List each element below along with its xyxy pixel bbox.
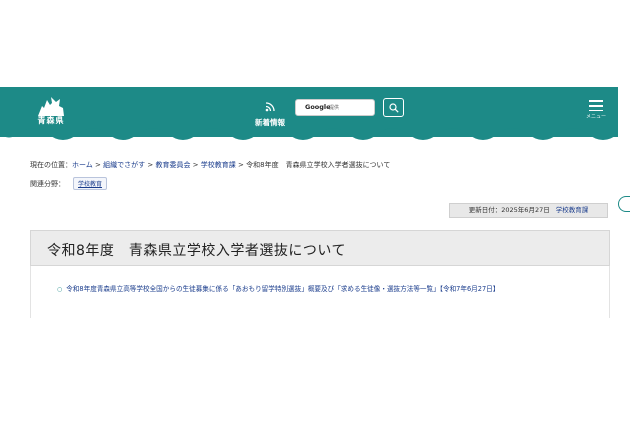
related-label: 関連分野： — [30, 180, 65, 188]
menu-label: メニュー — [585, 114, 606, 121]
breadcrumb-level1[interactable]: 組織でさがす — [103, 161, 145, 169]
search-brand: Google — [305, 103, 331, 111]
news-label: 新着情報 — [255, 118, 285, 127]
update-info: 更新日付：2025年6月27日 学校教育課 — [449, 203, 608, 218]
breadcrumb: 現在の位置：ホーム > 組織でさがす > 教育委員会 > 学校教育課 > 令和8… — [30, 160, 390, 170]
site-logo[interactable]: 青森県 — [34, 96, 68, 132]
content-link[interactable]: 令和8年度青森県立高等学校全国からの生徒募集に係る「あおもり留学特別選抜」概要及… — [66, 285, 499, 293]
hamburger-menu-icon — [585, 100, 607, 112]
rss-icon — [265, 102, 275, 112]
breadcrumb-prefix: 現在の位置： — [30, 161, 72, 169]
breadcrumb-current: 令和8年度 青森県立学校入学者選抜について — [246, 161, 391, 169]
breadcrumb-separator: > — [235, 161, 247, 169]
breadcrumb-home[interactable]: ホーム — [72, 161, 93, 169]
breadcrumb-level3[interactable]: 学校教育課 — [201, 161, 236, 169]
related-fields: 関連分野： 学校教育 — [30, 177, 108, 190]
breadcrumb-separator: > — [190, 161, 201, 169]
logo-text: 青森県 — [37, 116, 65, 125]
search-icon — [388, 102, 399, 113]
breadcrumb-separator: > — [92, 161, 104, 169]
search-input[interactable]: Google 提供 — [295, 99, 375, 116]
page-title-bar: 令和8年度 青森県立学校入学者選抜について — [30, 230, 610, 266]
update-date: 更新日付：2025年6月27日 — [468, 206, 550, 214]
bullet-icon: ○ — [57, 286, 63, 293]
header-wave-decoration — [0, 122, 618, 140]
news-link[interactable]: 新着情報 — [250, 97, 290, 128]
related-tag[interactable]: 学校教育 — [73, 177, 108, 190]
side-tab[interactable] — [618, 196, 630, 212]
breadcrumb-level2[interactable]: 教育委員会 — [155, 161, 190, 169]
aomori-logo-icon — [38, 97, 64, 116]
page-title: 令和8年度 青森県立学校入学者選抜について — [47, 243, 346, 259]
list-item: ○ 令和8年度青森県立高等学校全国からの生徒募集に係る「あおもり留学特別選抜」概要… — [57, 283, 499, 293]
search-button[interactable] — [383, 98, 404, 117]
update-department-link[interactable]: 学校教育課 — [556, 206, 589, 214]
menu-button[interactable]: メニュー — [585, 100, 607, 120]
breadcrumb-separator: > — [145, 161, 156, 169]
search-brand-sub: 提供 — [329, 105, 340, 111]
